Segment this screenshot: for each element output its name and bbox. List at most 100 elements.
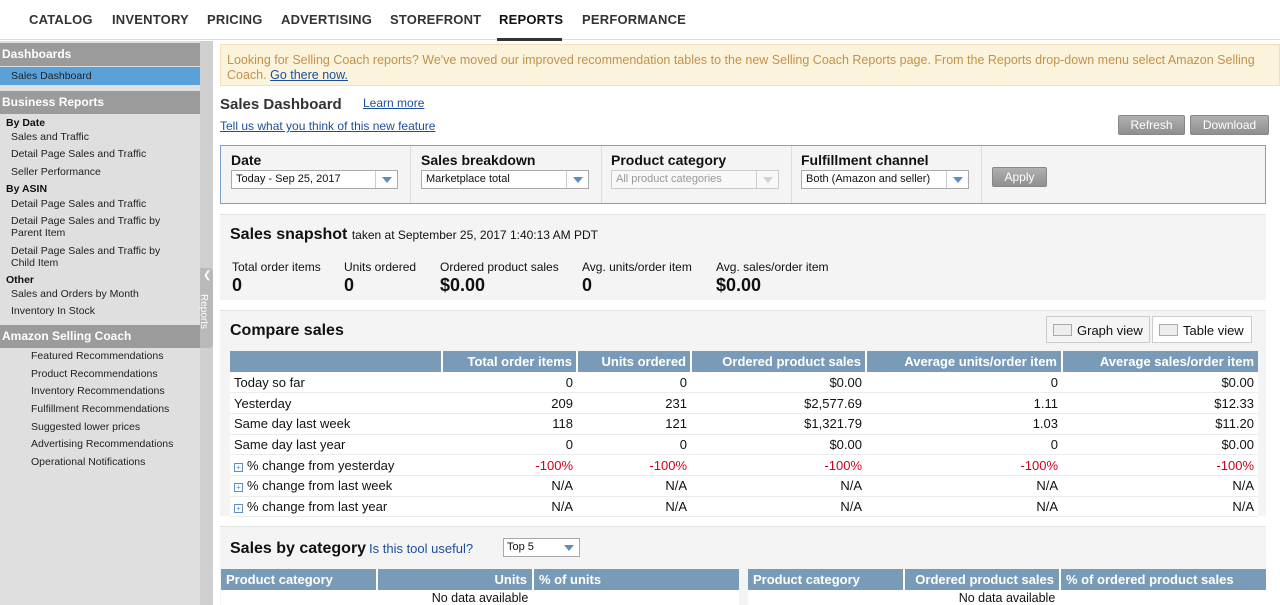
sidebar-item-asin-parent[interactable]: Detail Page Sales and Traffic by xyxy=(11,215,160,227)
category-units-table: Product category Units % of units No dat… xyxy=(221,569,739,605)
tab-performance[interactable]: PERFORMANCE xyxy=(582,12,686,27)
feedback-link[interactable]: Tell us what you think of this new featu… xyxy=(220,119,435,133)
notice-text: Looking for Selling Coach reports? We've… xyxy=(227,53,1255,82)
metric-value: $0.00 xyxy=(440,275,486,295)
sidebar-header-dashboards: Dashboards xyxy=(0,43,200,66)
top-navigation: CATALOG INVENTORY PRICING ADVERTISING ST… xyxy=(0,0,1280,41)
column-header: Units xyxy=(377,569,534,590)
table-cell: -100% xyxy=(866,454,1062,476)
sidebar-item-advertising-recommendations[interactable]: Advertising Recommendations xyxy=(31,438,173,450)
date-select-value: Today - Sep 25, 2017 xyxy=(236,173,341,185)
table-row[interactable]: +% change from yesterday -100% -100% -100% -… xyxy=(230,454,1258,476)
sidebar-item-label[interactable]: Sales Dashboard xyxy=(11,70,92,82)
expand-icon[interactable]: + xyxy=(234,503,243,513)
snapshot-timestamp: taken at September 25, 2017 1:40:13 AM P… xyxy=(351,228,598,242)
table-cell: -100% xyxy=(691,454,866,476)
refresh-button[interactable]: Refresh xyxy=(1118,115,1185,135)
sidebar-item-asin-child-cont[interactable]: Child Item xyxy=(11,257,58,269)
sidebar-header-business-reports: Business Reports xyxy=(0,91,200,114)
table-cell: $0.00 xyxy=(1062,372,1258,394)
learn-more-link[interactable]: Learn more xyxy=(363,96,424,110)
sidebar-item-seller-performance[interactable]: Seller Performance xyxy=(11,166,101,178)
sidebar-item-asin-parent-cont[interactable]: Parent Item xyxy=(11,227,65,239)
sidebar-item-fulfillment-recommendations[interactable]: Fulfillment Recommendations xyxy=(31,403,169,415)
tab-catalog[interactable]: CATALOG xyxy=(29,12,93,27)
download-button[interactable]: Download xyxy=(1190,115,1269,135)
row-label: Same day last week xyxy=(230,413,442,435)
column-header: Ordered product sales xyxy=(904,569,1061,590)
table-view-button[interactable]: Table view xyxy=(1152,316,1252,343)
table-cell: 0 xyxy=(577,434,691,456)
table-cell: $0.00 xyxy=(691,372,866,394)
divider xyxy=(791,146,792,203)
sidebar-collapse-label: Reports xyxy=(198,293,210,330)
top-n-select[interactable]: Top 5 xyxy=(503,538,580,557)
table-cell: 231 xyxy=(577,392,691,414)
table-cell: N/A xyxy=(442,496,577,518)
go-there-now-link[interactable]: Go there now. xyxy=(270,68,348,82)
sidebar-group-by-date: By Date xyxy=(6,117,46,129)
table-row: Same day last year 0 0 $0.00 0 $0.00 xyxy=(230,434,1258,456)
table-cell: $0.00 xyxy=(691,434,866,456)
table-cell: N/A xyxy=(442,475,577,497)
category-sales-table: Product category Ordered product sales %… xyxy=(748,569,1266,605)
row-label: + % change from last week xyxy=(230,475,442,497)
column-header: Product category xyxy=(221,569,378,590)
table-row[interactable]: +% change from last week N/A N/A N/A N/A N/A xyxy=(230,475,1258,497)
apply-button[interactable]: Apply xyxy=(992,167,1047,187)
tab-pricing[interactable]: PRICING xyxy=(207,12,263,27)
fulfillment-channel-select[interactable]: Both (Amazon and seller) xyxy=(801,170,969,189)
tool-useful-link[interactable]: Is this tool useful? xyxy=(369,541,473,556)
sales-snapshot-panel: Sales snapshot taken at September 25, 20… xyxy=(220,214,1266,300)
sidebar-item-operational-notifications[interactable]: Operational Notifications xyxy=(31,456,145,468)
table-cell: 1.11 xyxy=(866,392,1062,414)
tab-reports[interactable]: REPORTS xyxy=(499,12,563,27)
table-header-row: Product category Units % of units xyxy=(221,569,739,590)
table-row[interactable]: +% change from last year N/A N/A N/A N/A N/A xyxy=(230,496,1258,518)
sidebar-group-other: Other xyxy=(6,274,35,286)
sidebar-item-product-recommendations[interactable]: Product Recommendations xyxy=(31,368,158,380)
fulfillment-channel-label: Fulfillment channel xyxy=(801,152,929,168)
sidebar-item-featured-recommendations[interactable]: Featured Recommendations xyxy=(31,350,164,362)
expand-icon[interactable]: + xyxy=(234,462,243,472)
row-label: Today so far xyxy=(230,372,442,394)
sidebar-item-sales-orders-month[interactable]: Sales and Orders by Month xyxy=(11,288,139,300)
row-label: Same day last year xyxy=(230,434,442,456)
table-cell: N/A xyxy=(577,496,691,518)
chevron-down-icon xyxy=(946,171,968,188)
table-cell: 0 xyxy=(866,434,1062,456)
tab-inventory[interactable]: INVENTORY xyxy=(112,12,189,27)
sidebar-item-inventory-recommendations[interactable]: Inventory Recommendations xyxy=(31,385,165,397)
sidebar-group-by-asin: By ASIN xyxy=(6,183,48,195)
graph-view-button[interactable]: Graph view xyxy=(1046,316,1150,343)
column-header: Ordered product sales xyxy=(691,351,867,372)
sidebar-item-detail-page-sales-and-traffic[interactable]: Detail Page Sales and Traffic xyxy=(11,148,146,160)
column-header: Units ordered xyxy=(577,351,692,372)
divider xyxy=(601,146,602,203)
metric-label: Avg. sales/order item xyxy=(716,260,829,274)
metric-label: Ordered product sales xyxy=(440,260,559,274)
table-row: Same day last week 118 121 $1,321.79 1.03 $11… xyxy=(230,413,1258,435)
sidebar-item-suggested-lower-prices[interactable]: Suggested lower prices xyxy=(31,421,140,433)
table-cell: 118 xyxy=(442,413,577,435)
tab-storefront[interactable]: STOREFRONT xyxy=(390,12,481,27)
row-label-text: % change from last week xyxy=(247,478,393,494)
sidebar-item-sales-and-traffic[interactable]: Sales and Traffic xyxy=(11,131,89,143)
divider xyxy=(410,146,411,203)
sidebar-item-asin-child[interactable]: Detail Page Sales and Traffic by xyxy=(11,245,160,257)
table-cell: -100% xyxy=(1062,454,1258,476)
chevron-left-icon: ❮ xyxy=(203,270,212,281)
filter-bar: Date Today - Sep 25, 2017 Sales breakdow… xyxy=(220,145,1266,204)
column-header: Average units/order item xyxy=(866,351,1063,372)
product-category-value: All product categories xyxy=(616,173,722,185)
expand-icon[interactable]: + xyxy=(234,483,243,493)
table-icon xyxy=(1159,324,1178,336)
sidebar-item-inventory-in-stock[interactable]: Inventory In Stock xyxy=(11,305,95,317)
tab-advertising[interactable]: ADVERTISING xyxy=(281,12,372,27)
sales-breakdown-select[interactable]: Marketplace total xyxy=(421,170,589,189)
table-cell: 121 xyxy=(577,413,691,435)
date-select[interactable]: Today - Sep 25, 2017 xyxy=(231,170,398,189)
sidebar-collapse-handle[interactable]: ❮ Reports xyxy=(198,268,213,348)
column-header: Average sales/order item xyxy=(1062,351,1258,372)
sidebar-item-asin-detail-page[interactable]: Detail Page Sales and Traffic xyxy=(11,198,146,210)
